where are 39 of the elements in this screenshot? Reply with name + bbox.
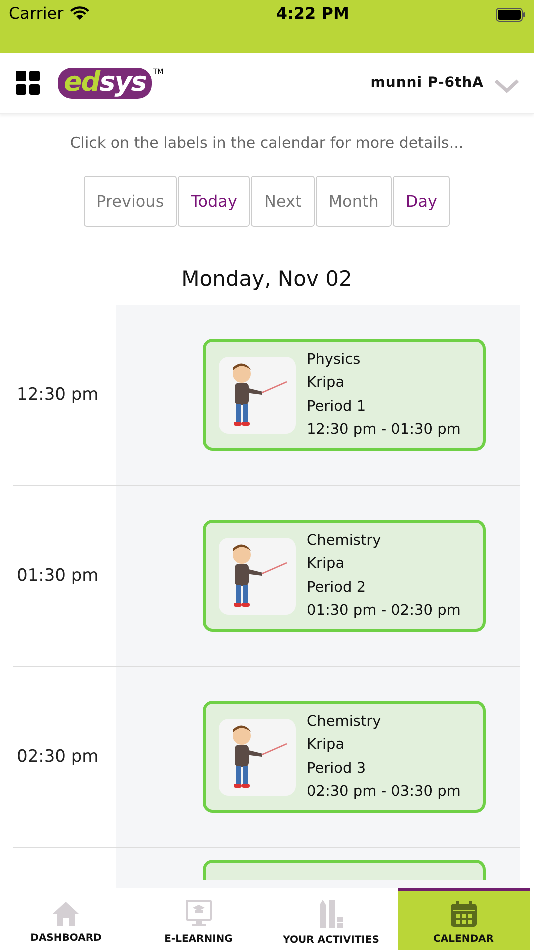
calendar-nav-button[interactable]: Next: [251, 176, 315, 228]
time-label: 01:30 pm: [17, 566, 99, 586]
calendar-nav-button[interactable]: Month: [316, 176, 392, 228]
event-card[interactable]: Physics Kripa Period 1 12:30 pm - 01:30 pm: [203, 339, 486, 452]
monitor-icon: [186, 900, 212, 928]
subject-text: Chemistry: [307, 532, 382, 550]
pencil-ruler-icon: [318, 899, 344, 930]
event-card[interactable]: Chemistry Kripa Period 3 02:30 pm - 03:30 pm: [203, 701, 486, 814]
bottom-tab[interactable]: CALENDAR: [398, 888, 530, 950]
hint-text: Click on the labels in the calendar for more details...: [69, 134, 465, 152]
period-text: Period 2: [307, 578, 368, 598]
wifi-icon: [70, 6, 90, 21]
user-class-label[interactable]: munni P-6thA: [370, 75, 484, 92]
grid-menu-icon[interactable]: [16, 71, 40, 96]
teacher-name: Kripa: [307, 736, 346, 755]
calendar-nav-button[interactable]: Today: [178, 176, 250, 228]
battery-icon: [496, 8, 526, 22]
teacher-name: Kripa: [307, 555, 346, 574]
calendar-icon: [450, 900, 478, 928]
period-text: Period 3: [307, 760, 368, 778]
time-range-text: 02:30 pm - 03:30 pm: [307, 783, 461, 802]
calendar-nav-button[interactable]: Previous: [84, 176, 178, 228]
time-range-text: 12:30 pm - 01:30 pm: [307, 421, 461, 440]
date-title: Monday, Nov 02: [180, 267, 354, 292]
home-icon: [52, 901, 80, 928]
time-label: 02:30 pm: [17, 747, 99, 768]
carrier-label: Carrier: [9, 4, 64, 23]
subject-text: Chemistry: [307, 712, 382, 732]
calendar-nav-button[interactable]: Day: [392, 176, 450, 228]
period-text: Period 1: [307, 398, 368, 416]
status-time: 4:22 PM: [276, 4, 350, 23]
subject-text: Physics: [307, 350, 362, 370]
time-label: 12:30 pm: [17, 385, 99, 406]
time-range-text: 01:30 pm - 02:30 pm: [307, 602, 461, 621]
event-card[interactable]: Chemistry Kripa Period 2 01:30 pm - 02:30 pm: [203, 520, 486, 632]
event-card[interactable]: [203, 860, 486, 880]
chevron-down-icon[interactable]: [494, 79, 520, 94]
teacher-name: Kripa: [307, 374, 346, 393]
edsys-logo: edsys: [58, 68, 152, 99]
